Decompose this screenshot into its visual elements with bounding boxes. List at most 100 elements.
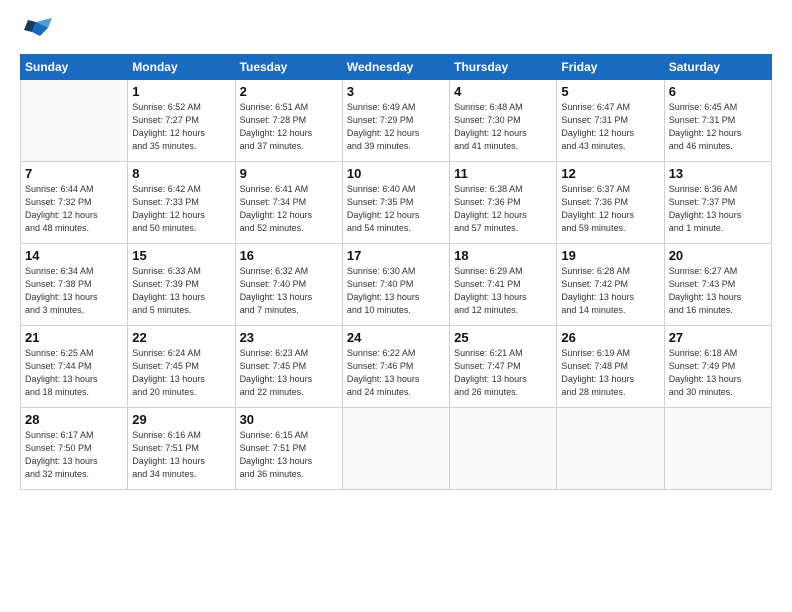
calendar-header-saturday: Saturday bbox=[664, 55, 771, 80]
day-info: Sunrise: 6:30 AM Sunset: 7:40 PM Dayligh… bbox=[347, 265, 445, 317]
calendar-cell: 5 Sunrise: 6:47 AM Sunset: 7:31 PM Daylig… bbox=[557, 80, 664, 162]
calendar-cell bbox=[664, 408, 771, 490]
day-number: 14 bbox=[25, 248, 123, 263]
calendar-cell: 14 Sunrise: 6:34 AM Sunset: 7:38 PM Dayli… bbox=[21, 244, 128, 326]
calendar-cell: 9 Sunrise: 6:41 AM Sunset: 7:34 PM Daylig… bbox=[235, 162, 342, 244]
day-number: 21 bbox=[25, 330, 123, 345]
calendar-cell bbox=[21, 80, 128, 162]
day-number: 8 bbox=[132, 166, 230, 181]
day-number: 25 bbox=[454, 330, 552, 345]
day-number: 20 bbox=[669, 248, 767, 263]
day-info: Sunrise: 6:21 AM Sunset: 7:47 PM Dayligh… bbox=[454, 347, 552, 399]
calendar-cell: 11 Sunrise: 6:38 AM Sunset: 7:36 PM Dayli… bbox=[450, 162, 557, 244]
day-info: Sunrise: 6:32 AM Sunset: 7:40 PM Dayligh… bbox=[240, 265, 338, 317]
day-number: 12 bbox=[561, 166, 659, 181]
calendar-cell: 21 Sunrise: 6:25 AM Sunset: 7:44 PM Dayli… bbox=[21, 326, 128, 408]
day-info: Sunrise: 6:51 AM Sunset: 7:28 PM Dayligh… bbox=[240, 101, 338, 153]
day-info: Sunrise: 6:19 AM Sunset: 7:48 PM Dayligh… bbox=[561, 347, 659, 399]
day-number: 11 bbox=[454, 166, 552, 181]
day-number: 30 bbox=[240, 412, 338, 427]
day-info: Sunrise: 6:28 AM Sunset: 7:42 PM Dayligh… bbox=[561, 265, 659, 317]
day-info: Sunrise: 6:27 AM Sunset: 7:43 PM Dayligh… bbox=[669, 265, 767, 317]
day-info: Sunrise: 6:45 AM Sunset: 7:31 PM Dayligh… bbox=[669, 101, 767, 153]
day-number: 2 bbox=[240, 84, 338, 99]
day-number: 19 bbox=[561, 248, 659, 263]
calendar-cell: 29 Sunrise: 6:16 AM Sunset: 7:51 PM Dayli… bbox=[128, 408, 235, 490]
calendar-cell bbox=[342, 408, 449, 490]
calendar-cell: 17 Sunrise: 6:30 AM Sunset: 7:40 PM Dayli… bbox=[342, 244, 449, 326]
day-info: Sunrise: 6:18 AM Sunset: 7:49 PM Dayligh… bbox=[669, 347, 767, 399]
day-info: Sunrise: 6:23 AM Sunset: 7:45 PM Dayligh… bbox=[240, 347, 338, 399]
day-info: Sunrise: 6:36 AM Sunset: 7:37 PM Dayligh… bbox=[669, 183, 767, 235]
calendar-cell: 8 Sunrise: 6:42 AM Sunset: 7:33 PM Daylig… bbox=[128, 162, 235, 244]
day-number: 7 bbox=[25, 166, 123, 181]
day-info: Sunrise: 6:47 AM Sunset: 7:31 PM Dayligh… bbox=[561, 101, 659, 153]
calendar-cell: 16 Sunrise: 6:32 AM Sunset: 7:40 PM Dayli… bbox=[235, 244, 342, 326]
calendar-table: SundayMondayTuesdayWednesdayThursdayFrid… bbox=[20, 54, 772, 490]
day-info: Sunrise: 6:24 AM Sunset: 7:45 PM Dayligh… bbox=[132, 347, 230, 399]
calendar-cell: 2 Sunrise: 6:51 AM Sunset: 7:28 PM Daylig… bbox=[235, 80, 342, 162]
day-info: Sunrise: 6:33 AM Sunset: 7:39 PM Dayligh… bbox=[132, 265, 230, 317]
calendar-header-monday: Monday bbox=[128, 55, 235, 80]
day-info: Sunrise: 6:29 AM Sunset: 7:41 PM Dayligh… bbox=[454, 265, 552, 317]
calendar-cell: 30 Sunrise: 6:15 AM Sunset: 7:51 PM Dayli… bbox=[235, 408, 342, 490]
day-number: 16 bbox=[240, 248, 338, 263]
calendar-cell: 15 Sunrise: 6:33 AM Sunset: 7:39 PM Dayli… bbox=[128, 244, 235, 326]
day-info: Sunrise: 6:44 AM Sunset: 7:32 PM Dayligh… bbox=[25, 183, 123, 235]
day-info: Sunrise: 6:16 AM Sunset: 7:51 PM Dayligh… bbox=[132, 429, 230, 481]
calendar-cell: 6Sunrise: 6:45 AM Sunset: 7:31 PM Daylig… bbox=[664, 80, 771, 162]
day-info: Sunrise: 6:40 AM Sunset: 7:35 PM Dayligh… bbox=[347, 183, 445, 235]
calendar-cell bbox=[557, 408, 664, 490]
calendar-header-row: SundayMondayTuesdayWednesdayThursdayFrid… bbox=[21, 55, 772, 80]
day-number: 4 bbox=[454, 84, 552, 99]
calendar-cell: 19 Sunrise: 6:28 AM Sunset: 7:42 PM Dayli… bbox=[557, 244, 664, 326]
calendar-cell: 27 Sunrise: 6:18 AM Sunset: 7:49 PM Dayli… bbox=[664, 326, 771, 408]
day-info: Sunrise: 6:17 AM Sunset: 7:50 PM Dayligh… bbox=[25, 429, 123, 481]
day-number: 17 bbox=[347, 248, 445, 263]
calendar-header-thursday: Thursday bbox=[450, 55, 557, 80]
calendar-cell: 22 Sunrise: 6:24 AM Sunset: 7:45 PM Dayli… bbox=[128, 326, 235, 408]
day-number: 15 bbox=[132, 248, 230, 263]
logo bbox=[20, 18, 54, 46]
day-number: 28 bbox=[25, 412, 123, 427]
day-number: 24 bbox=[347, 330, 445, 345]
calendar-cell bbox=[450, 408, 557, 490]
day-info: Sunrise: 6:22 AM Sunset: 7:46 PM Dayligh… bbox=[347, 347, 445, 399]
header bbox=[20, 18, 772, 46]
calendar-cell: 13 Sunrise: 6:36 AM Sunset: 7:37 PM Dayli… bbox=[664, 162, 771, 244]
calendar-header-wednesday: Wednesday bbox=[342, 55, 449, 80]
calendar-header-tuesday: Tuesday bbox=[235, 55, 342, 80]
day-number: 26 bbox=[561, 330, 659, 345]
day-info: Sunrise: 6:49 AM Sunset: 7:29 PM Dayligh… bbox=[347, 101, 445, 153]
day-number: 9 bbox=[240, 166, 338, 181]
page: SundayMondayTuesdayWednesdayThursdayFrid… bbox=[0, 0, 792, 612]
day-number: 23 bbox=[240, 330, 338, 345]
day-info: Sunrise: 6:38 AM Sunset: 7:36 PM Dayligh… bbox=[454, 183, 552, 235]
calendar-cell: 1 Sunrise: 6:52 AM Sunset: 7:27 PM Daylig… bbox=[128, 80, 235, 162]
day-number: 1 bbox=[132, 84, 230, 99]
day-number: 29 bbox=[132, 412, 230, 427]
calendar-cell: 10Sunrise: 6:40 AM Sunset: 7:35 PM Dayli… bbox=[342, 162, 449, 244]
calendar-cell: 28 Sunrise: 6:17 AM Sunset: 7:50 PM Dayli… bbox=[21, 408, 128, 490]
day-info: Sunrise: 6:25 AM Sunset: 7:44 PM Dayligh… bbox=[25, 347, 123, 399]
calendar-cell: 26 Sunrise: 6:19 AM Sunset: 7:48 PM Dayli… bbox=[557, 326, 664, 408]
calendar-header-friday: Friday bbox=[557, 55, 664, 80]
calendar-cell: 23 Sunrise: 6:23 AM Sunset: 7:45 PM Dayli… bbox=[235, 326, 342, 408]
day-number: 3 bbox=[347, 84, 445, 99]
day-info: Sunrise: 6:48 AM Sunset: 7:30 PM Dayligh… bbox=[454, 101, 552, 153]
calendar-cell: 20 Sunrise: 6:27 AM Sunset: 7:43 PM Dayli… bbox=[664, 244, 771, 326]
day-info: Sunrise: 6:34 AM Sunset: 7:38 PM Dayligh… bbox=[25, 265, 123, 317]
day-info: Sunrise: 6:42 AM Sunset: 7:33 PM Dayligh… bbox=[132, 183, 230, 235]
calendar-cell: 18Sunrise: 6:29 AM Sunset: 7:41 PM Dayli… bbox=[450, 244, 557, 326]
calendar-cell: 3 Sunrise: 6:49 AM Sunset: 7:29 PM Daylig… bbox=[342, 80, 449, 162]
day-info: Sunrise: 6:41 AM Sunset: 7:34 PM Dayligh… bbox=[240, 183, 338, 235]
day-info: Sunrise: 6:15 AM Sunset: 7:51 PM Dayligh… bbox=[240, 429, 338, 481]
calendar-cell: 25 Sunrise: 6:21 AM Sunset: 7:47 PM Dayli… bbox=[450, 326, 557, 408]
calendar-cell: 7 Sunrise: 6:44 AM Sunset: 7:32 PM Daylig… bbox=[21, 162, 128, 244]
day-info: Sunrise: 6:52 AM Sunset: 7:27 PM Dayligh… bbox=[132, 101, 230, 153]
day-number: 5 bbox=[561, 84, 659, 99]
day-number: 13 bbox=[669, 166, 767, 181]
calendar-cell: 4 Sunrise: 6:48 AM Sunset: 7:30 PM Daylig… bbox=[450, 80, 557, 162]
day-number: 22 bbox=[132, 330, 230, 345]
day-number: 27 bbox=[669, 330, 767, 345]
